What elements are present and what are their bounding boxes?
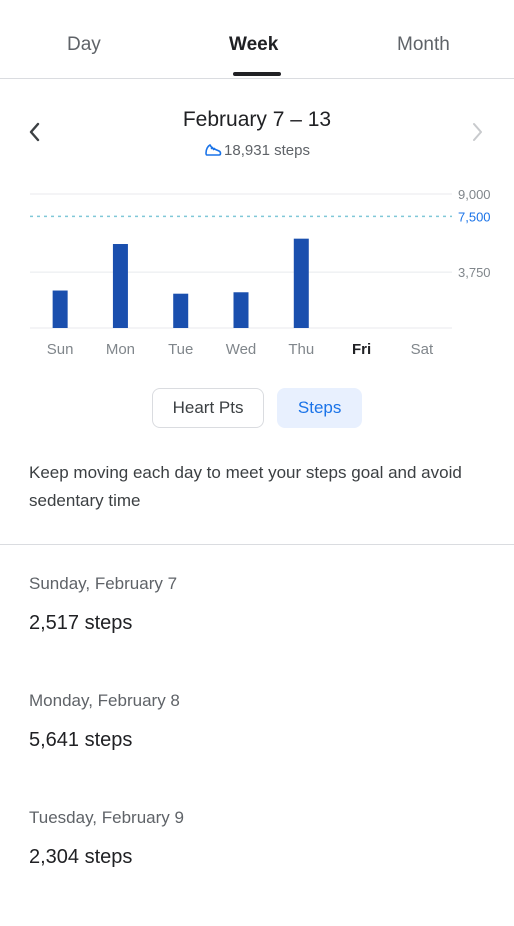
day-steps: 2,517 steps [29,612,133,634]
goal-label: 7,500 [458,209,491,224]
shoe-icon [205,143,222,156]
weekly-steps-total: 18,931 steps [0,142,514,159]
x-tick-label: Tue [168,341,193,358]
day-date: Tuesday, February 9 [29,808,184,827]
x-tick-label: Thu [288,341,314,358]
date-range-title: February 7 – 13 [182,108,332,131]
x-tick-label: Sat [411,341,434,358]
y-tick-label: 3,750 [458,265,491,280]
bar [233,292,249,328]
steps-chip[interactable]: Steps [276,388,363,428]
tab-month[interactable]: Month [397,34,450,56]
next-week-button[interactable] [470,120,486,149]
bar [173,293,189,328]
period-tabs: Day Week Month [0,0,514,79]
day-entry[interactable]: Sunday, February 7 2,517 steps [29,574,177,635]
tab-day[interactable]: Day [67,34,101,56]
day-steps: 5,641 steps [29,729,133,751]
steps-bar-chart: 9,000 3,750 7,500 Sun Mon Tue Wed Thu Fri Sat [30,187,491,358]
chevron-right-icon [473,123,482,141]
active-tab-indicator [233,72,281,76]
heart-points-chip[interactable]: Heart Pts [151,388,265,428]
x-tick-label: Sun [47,341,74,358]
bar [293,238,309,328]
day-steps: 2,304 steps [29,846,133,868]
bar [52,290,68,328]
day-entry[interactable]: Tuesday, February 9 2,304 steps [29,808,184,869]
x-tick-label: Wed [226,341,257,358]
y-tick-label: 9,000 [458,187,491,202]
goal-info-text: Keep moving each day to meet your steps … [29,463,462,510]
day-date: Monday, February 8 [29,691,180,710]
x-tick-label: Fri [352,341,371,358]
day-entry[interactable]: Monday, February 8 5,641 steps [29,691,180,752]
divider [0,544,514,545]
tab-week[interactable]: Week [229,34,278,56]
weekly-steps-text: 18,931 steps [224,142,310,159]
day-date: Sunday, February 7 [29,574,178,593]
metric-chips: Heart Pts Steps [0,388,514,428]
bar [112,244,128,328]
x-tick-label: Mon [106,341,135,358]
